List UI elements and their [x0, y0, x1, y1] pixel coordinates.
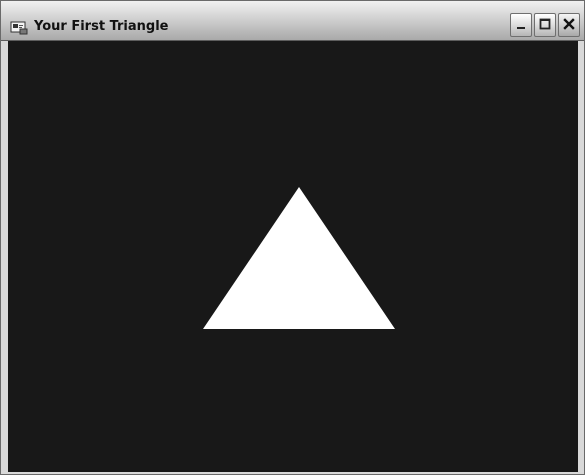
- application-window: Your First Triangle: [0, 0, 585, 475]
- maximize-icon: [538, 16, 552, 35]
- close-icon: [562, 16, 576, 35]
- render-canvas[interactable]: [8, 41, 578, 472]
- minimize-button[interactable]: [510, 13, 532, 37]
- minimize-icon: [514, 16, 528, 35]
- close-button[interactable]: [558, 13, 580, 37]
- maximize-button[interactable]: [534, 13, 556, 37]
- white-triangle: [203, 187, 395, 329]
- window-title: Your First Triangle: [34, 19, 169, 34]
- application-icon[interactable]: [10, 20, 28, 35]
- title-bar[interactable]: Your First Triangle: [1, 1, 584, 41]
- window-controls: [510, 13, 580, 37]
- scene-svg: [203, 187, 395, 329]
